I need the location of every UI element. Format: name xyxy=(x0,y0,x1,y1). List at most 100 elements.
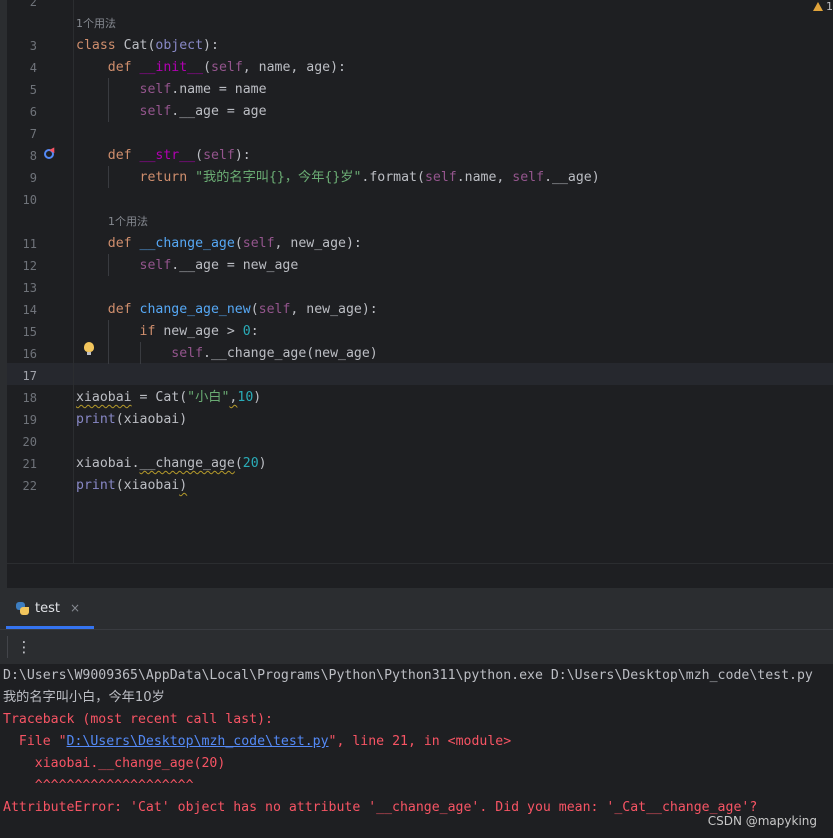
line-number[interactable]: 19 xyxy=(7,409,37,431)
active-tab-indicator xyxy=(6,626,94,629)
code-token: return xyxy=(76,170,196,185)
code-line[interactable]: self.__age = new_age xyxy=(76,255,299,277)
usage-hint-class[interactable]: 1个用法 xyxy=(76,13,116,35)
line-number[interactable]: 3 xyxy=(7,35,37,57)
line-number[interactable]: 4 xyxy=(7,57,37,79)
code-token: ) xyxy=(179,478,188,493)
code-token: print xyxy=(76,412,116,427)
code-token: : xyxy=(250,324,259,339)
code-line[interactable]: self.__change_age(new_age) xyxy=(76,343,378,365)
line-number[interactable]: 12 xyxy=(7,255,37,277)
code-token: ): xyxy=(203,38,219,53)
code-token: .name = name xyxy=(171,82,267,97)
close-icon[interactable]: × xyxy=(70,601,80,615)
code-line[interactable]: self.__age = age xyxy=(76,101,267,123)
line-number[interactable]: 18 xyxy=(7,387,37,409)
console-text: D:\Users\W9009365\AppData\Local\Programs… xyxy=(3,668,813,683)
watermark: CSDN @mapyking xyxy=(707,814,817,828)
code-line[interactable]: if new_age > 0: xyxy=(76,321,259,343)
code-line[interactable]: self.name = name xyxy=(76,79,267,101)
line-number[interactable]: 8 xyxy=(7,145,37,167)
editor-left-strip xyxy=(0,0,7,588)
code-token: ( xyxy=(195,148,204,163)
code-token: change_age_new xyxy=(139,302,251,317)
tab-test[interactable]: test × xyxy=(16,596,80,620)
code-editor[interactable]: 1 2 3 4 5 6 7 8 9 10 11 12 13 14 15 16 17 18 19 20 21 22 cla… xyxy=(0,0,833,588)
lightbulb-icon[interactable] xyxy=(84,342,94,355)
code-line[interactable]: class Cat(object): xyxy=(76,35,219,57)
code-token: object xyxy=(155,38,204,53)
code-token: self xyxy=(258,302,291,317)
console-text: ", line 21, in <module> xyxy=(328,734,512,749)
console-line: D:\Users\W9009365\AppData\Local\Programs… xyxy=(3,665,813,687)
warning-count: 1 xyxy=(826,0,833,13)
code-line[interactable]: def change_age_new(self, new_age): xyxy=(76,299,378,321)
code-token: = Cat( xyxy=(131,390,188,405)
line-number[interactable]: 15 xyxy=(7,321,37,343)
code-token: self xyxy=(424,170,457,185)
line-number[interactable]: 2 xyxy=(7,0,37,13)
indent-guide xyxy=(140,342,141,364)
line-number[interactable]: 10 xyxy=(7,189,37,211)
code-token: new_age > xyxy=(163,324,243,339)
line-number[interactable]: 9 xyxy=(7,167,37,189)
code-token: .__age) xyxy=(544,170,600,185)
code-token: self xyxy=(211,60,243,75)
line-number[interactable]: 11 xyxy=(7,233,37,255)
code-token: ) xyxy=(253,390,262,405)
code-token: xiaobai. xyxy=(76,456,140,471)
code-token: __str__ xyxy=(139,148,196,163)
code-token: def xyxy=(76,236,140,251)
python-icon xyxy=(16,601,29,615)
line-number[interactable]: 13 xyxy=(7,277,37,299)
tab-label: test xyxy=(35,600,60,616)
code-line[interactable]: def __change_age(self, new_age): xyxy=(76,233,362,255)
code-token: , new_age): xyxy=(274,236,362,251)
code-token: .__age = age xyxy=(171,104,267,119)
code-token: Cat( xyxy=(123,38,156,53)
code-token: "小白" xyxy=(187,390,230,405)
usage-hint-method[interactable]: 1个用法 xyxy=(108,211,148,233)
code-token: ( xyxy=(203,60,212,75)
console-error-line: ^^^^^^^^^^^^^^^^^^^^ xyxy=(3,775,194,797)
code-token: __change_age xyxy=(139,236,235,251)
line-number[interactable]: 6 xyxy=(7,101,37,123)
code-line[interactable]: def __init__(self, name, age): xyxy=(76,57,346,79)
line-number[interactable]: 7 xyxy=(7,123,37,145)
code-token: ( xyxy=(234,456,243,471)
line-number[interactable]: 20 xyxy=(7,431,37,453)
code-line[interactable]: xiaobai = Cat("小白",10) xyxy=(76,387,261,409)
run-tab-bar: test × xyxy=(0,588,833,630)
line-number[interactable]: 22 xyxy=(7,475,37,497)
inspection-widget[interactable]: 1 xyxy=(813,0,833,13)
console-text: Traceback (most recent call last): xyxy=(3,712,273,727)
code-token: , new_age): xyxy=(290,302,378,317)
more-options-button[interactable]: ⋮ xyxy=(14,636,34,658)
code-line[interactable]: print(xiaobai) xyxy=(76,475,187,497)
line-number[interactable]: 14 xyxy=(7,299,37,321)
code-token: print xyxy=(76,478,116,493)
line-number[interactable]: 21 xyxy=(7,453,37,475)
code-line[interactable]: xiaobai.__change_age(20) xyxy=(76,453,267,475)
line-number[interactable]: 17 xyxy=(7,365,37,387)
code-token: (xiaobai xyxy=(115,478,180,493)
code-token: def xyxy=(76,302,140,317)
console-output[interactable]: D:\Users\W9009365\AppData\Local\Programs… xyxy=(0,664,833,838)
code-token: self xyxy=(512,170,545,185)
code-line[interactable]: return "我的名字叫{}，今年{}岁".format(self.name,… xyxy=(76,167,600,189)
file-link[interactable]: D:\Users\Desktop\mzh_code\test.py xyxy=(67,734,329,749)
line-number[interactable]: 16 xyxy=(7,343,37,365)
horizontal-scrollbar[interactable] xyxy=(7,563,833,588)
run-tool-window: test × ⋮ D:\Users\W9009365\AppData\Local… xyxy=(0,588,833,838)
code-token: 10 xyxy=(237,390,254,405)
override-method-icon[interactable] xyxy=(44,149,54,159)
code-token: self xyxy=(242,236,275,251)
code-line[interactable]: def __str__(self): xyxy=(76,145,251,167)
code-token: def xyxy=(76,148,140,163)
code-line[interactable]: print(xiaobai) xyxy=(76,409,187,431)
code-token: self xyxy=(76,82,172,97)
code-token: __change_age xyxy=(139,456,235,471)
code-token: .__change_age(new_age) xyxy=(203,346,378,361)
line-number[interactable]: 5 xyxy=(7,79,37,101)
code-token: (xiaobai) xyxy=(115,412,188,427)
